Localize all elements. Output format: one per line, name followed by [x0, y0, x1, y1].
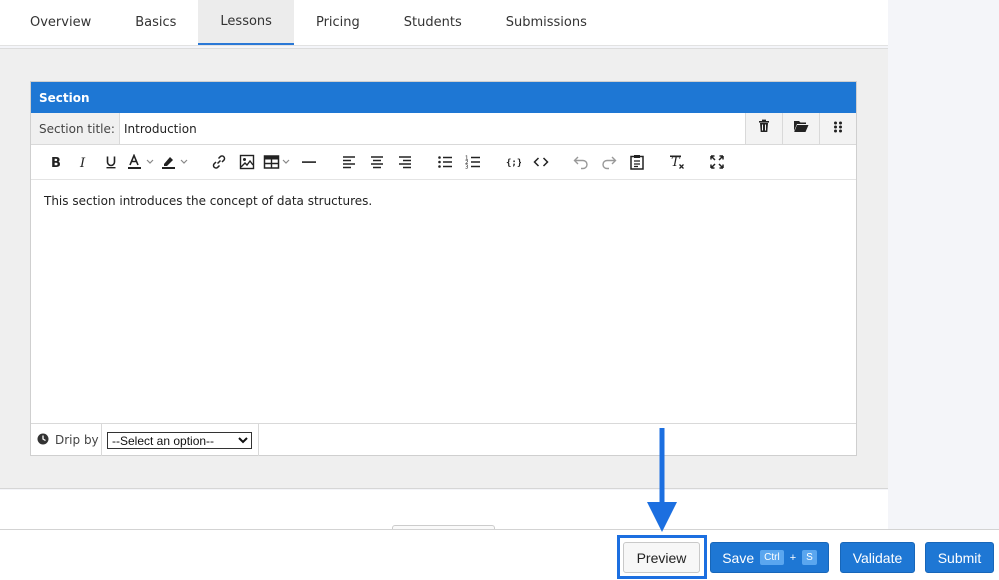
highlight-box [617, 535, 707, 579]
drip-label: Drip by [55, 433, 99, 447]
submit-button[interactable]: Submit [925, 542, 994, 573]
save-label: Save [722, 549, 755, 566]
validate-button[interactable]: Validate [840, 542, 915, 573]
horizontal-rule-icon[interactable] [295, 148, 323, 176]
shortcut-plus: + [789, 551, 797, 564]
drip-select-cell: --Select an option-- [102, 424, 259, 456]
code-block-icon[interactable]: {;} [499, 148, 527, 176]
source-code-icon[interactable] [527, 148, 555, 176]
tab-students[interactable]: Students [382, 0, 484, 45]
drag-handle[interactable] [819, 113, 856, 144]
editor-paragraph: This section introduces the concept of d… [44, 194, 373, 208]
section-title-label: Section title: [31, 113, 120, 144]
grip-icon [833, 120, 843, 138]
bullet-list-icon[interactable] [431, 148, 459, 176]
italic-icon[interactable]: I [69, 148, 97, 176]
tab-submissions[interactable]: Submissions [484, 0, 609, 45]
link-icon[interactable] [205, 148, 233, 176]
footer-area [0, 490, 888, 530]
drip-label-cell: Drip by [31, 424, 102, 456]
tab-overview[interactable]: Overview [8, 0, 113, 45]
svg-text:I: I [79, 156, 86, 169]
tab-basics[interactable]: Basics [113, 0, 198, 45]
shortcut-key-ctrl: Ctrl [760, 550, 784, 565]
clock-icon [37, 433, 49, 448]
svg-text:3: 3 [465, 165, 469, 171]
numbered-list-icon[interactable]: 123 [459, 148, 487, 176]
tab-lessons[interactable]: Lessons [198, 0, 294, 45]
highlight-color-icon[interactable] [159, 148, 193, 176]
drip-select[interactable]: --Select an option-- [107, 431, 252, 449]
redo-icon[interactable] [595, 148, 623, 176]
svg-text:B: B [51, 156, 61, 169]
drip-row: Drip by --Select an option-- [31, 423, 856, 456]
clear-formatting-icon[interactable]: T [663, 148, 691, 176]
tab-bar: Overview Basics Lessons Pricing Students… [0, 0, 888, 46]
editor-content[interactable]: This section introduces the concept of d… [31, 180, 856, 423]
section-card: Section Section title: B I [30, 81, 857, 456]
folder-open-icon [793, 119, 809, 138]
delete-section-button[interactable] [745, 113, 782, 144]
svg-text:{;}: {;} [506, 159, 521, 169]
align-right-icon[interactable] [391, 148, 419, 176]
underline-icon[interactable] [97, 148, 125, 176]
align-center-icon[interactable] [363, 148, 391, 176]
align-left-icon[interactable] [335, 148, 363, 176]
table-icon[interactable] [261, 148, 295, 176]
tab-pricing[interactable]: Pricing [294, 0, 382, 45]
fullscreen-icon[interactable] [703, 148, 731, 176]
trash-icon [757, 119, 771, 138]
arrow-down-icon [647, 428, 677, 532]
shortcut-key-s: S [802, 550, 817, 565]
section-header: Section [31, 82, 856, 113]
paste-icon[interactable] [623, 148, 651, 176]
open-folder-button[interactable] [782, 113, 819, 144]
save-button[interactable]: Save Ctrl + S [710, 542, 829, 573]
section-title-input[interactable] [120, 113, 745, 144]
editor-toolbar: B I 123 {;} T [31, 145, 856, 180]
undo-icon[interactable] [567, 148, 595, 176]
text-color-icon[interactable] [125, 148, 159, 176]
section-title-row: Section title: [31, 113, 856, 145]
bold-icon[interactable]: B [41, 148, 69, 176]
image-icon[interactable] [233, 148, 261, 176]
